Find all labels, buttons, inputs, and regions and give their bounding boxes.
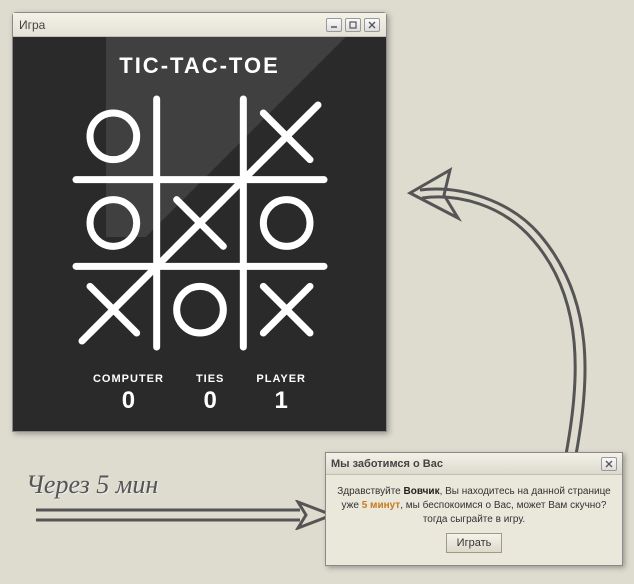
titlebar: Игра bbox=[13, 13, 386, 37]
score-computer: COMPUTER 0 bbox=[93, 373, 164, 415]
caption-text: Через 5 мин bbox=[26, 470, 158, 500]
minimize-button[interactable] bbox=[326, 18, 342, 32]
score-ties: TIES 0 bbox=[196, 373, 224, 415]
close-icon[interactable] bbox=[601, 457, 617, 471]
score-ties-value: 0 bbox=[203, 387, 216, 415]
titlebar-buttons bbox=[326, 18, 380, 32]
dialog-window: Мы заботимся о Вас Здравствуйте Вовчик, … bbox=[325, 452, 623, 566]
game-title: TIC-TAC-TOE bbox=[29, 53, 370, 79]
game-window: Игра TIC-TAC-TOE COMPUTER 0 TIES 0 PLAYE… bbox=[12, 12, 387, 432]
arrow-right-icon bbox=[36, 500, 336, 530]
dialog-titlebar: Мы заботимся о Вас bbox=[326, 453, 622, 475]
dialog-text-1: Здравствуйте bbox=[337, 486, 403, 497]
play-button[interactable]: Играть bbox=[446, 533, 503, 553]
score-player-label: PLAYER bbox=[256, 373, 306, 385]
score-computer-value: 0 bbox=[122, 387, 135, 415]
arrow-icon bbox=[380, 60, 610, 480]
dialog-name: Вовчик bbox=[404, 486, 440, 497]
score-computer-label: COMPUTER bbox=[93, 373, 164, 385]
window-title: Игра bbox=[19, 18, 326, 32]
scores: COMPUTER 0 TIES 0 PLAYER 1 bbox=[29, 373, 370, 415]
dialog-duration: 5 минут bbox=[362, 500, 401, 511]
game-body: TIC-TAC-TOE COMPUTER 0 TIES 0 PLAYER 1 bbox=[13, 37, 386, 431]
dialog-text-3: , мы беспокоимся о Вас, может Вам скучно… bbox=[400, 500, 606, 525]
game-board[interactable] bbox=[70, 93, 330, 353]
maximize-button[interactable] bbox=[345, 18, 361, 32]
score-player: PLAYER 1 bbox=[256, 373, 306, 415]
close-button[interactable] bbox=[364, 18, 380, 32]
score-ties-label: TIES bbox=[196, 373, 224, 385]
score-player-value: 1 bbox=[275, 387, 288, 415]
dialog-title: Мы заботимся о Вас bbox=[331, 458, 601, 470]
dialog-body: Здравствуйте Вовчик, Вы находитесь на да… bbox=[326, 475, 622, 565]
